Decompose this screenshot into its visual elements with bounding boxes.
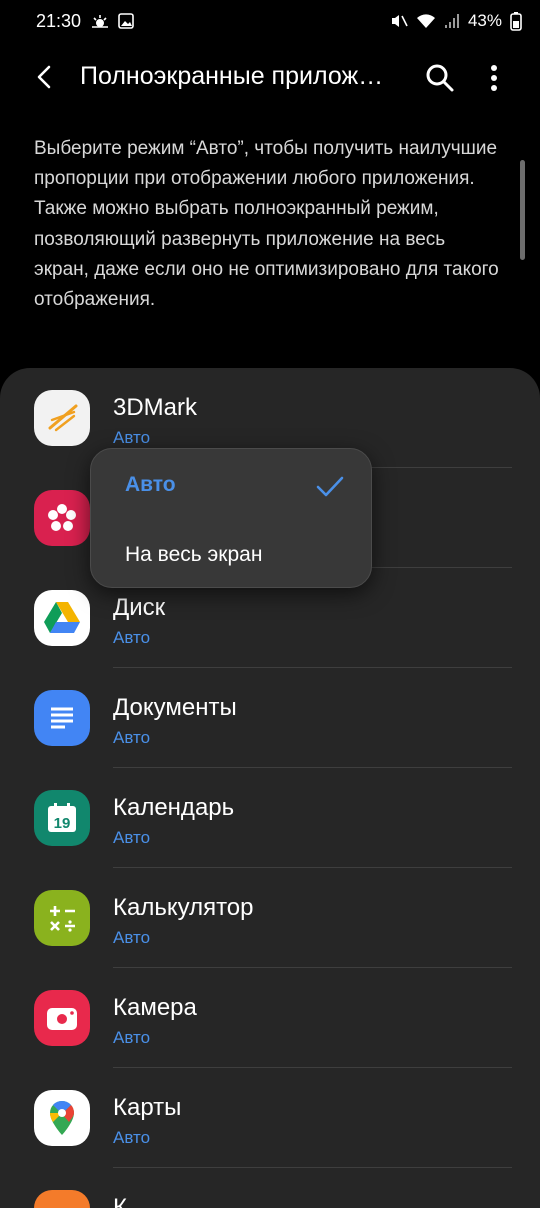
app-name: Документы (113, 694, 237, 721)
mode-popup-menu: Авто На весь экран (90, 448, 372, 588)
app-row-maps[interactable]: Карты Авто (0, 1068, 540, 1168)
app-row-camera[interactable]: Камера Авто (0, 968, 540, 1068)
weather-icon (92, 15, 108, 28)
camera-app-icon (34, 990, 90, 1046)
flower-app-icon (34, 490, 90, 546)
gallery-icon (118, 13, 134, 29)
battery-icon (510, 12, 522, 31)
app-row-calculator[interactable]: Калькулятор Авто (0, 868, 540, 968)
app-row-partial[interactable]: К… (0, 1168, 540, 1208)
option-auto[interactable]: Авто (125, 473, 176, 497)
app-mode: Авто (113, 728, 151, 747)
partial-app-icon (34, 1190, 90, 1208)
app-mode: Авто (113, 628, 151, 647)
app-name: Диск (113, 594, 166, 621)
battery-percent: 43% (467, 11, 502, 30)
more-options-icon[interactable] (484, 62, 504, 94)
search-icon[interactable] (424, 62, 456, 94)
app-mode: Авто (113, 1028, 151, 1047)
maps-app-icon (34, 1090, 90, 1146)
docs-app-icon (34, 690, 90, 746)
calendar-app-icon: 19 (34, 790, 90, 846)
mute-icon (391, 15, 408, 27)
check-icon (316, 476, 344, 497)
app-row-docs[interactable]: Документы Авто (0, 668, 540, 768)
app-name: Карты (113, 1094, 182, 1121)
app-name: К… (113, 1194, 151, 1208)
calculator-app-icon (34, 890, 90, 946)
description-text: Выберите режим “Авто”, чтобы получить на… (34, 138, 499, 311)
status-time: 21:30 (36, 11, 82, 31)
scrollbar[interactable] (520, 160, 525, 260)
app-mode: Авто (113, 928, 151, 947)
app-mode: Авто (113, 1128, 151, 1147)
option-fullscreen[interactable]: На весь экран (125, 543, 262, 567)
app-name: 3DMark (113, 394, 198, 421)
back-arrow-icon[interactable] (30, 62, 60, 92)
google-drive-icon (34, 590, 90, 646)
app-name: Камера (113, 994, 197, 1021)
app-name: Календарь (113, 794, 235, 821)
status-bar: 21:30 43% (0, 0, 540, 44)
signal-icon (444, 14, 459, 28)
app-row-calendar[interactable]: 19 Календарь Авто (0, 768, 540, 868)
page-title: Полноэкранные прилож… (80, 62, 384, 90)
app-bar: Полноэкранные прилож… (0, 44, 540, 110)
wifi-icon (416, 14, 435, 28)
3dmark-app-icon (34, 390, 90, 446)
app-mode: Авто (113, 428, 151, 447)
app-mode: Авто (113, 828, 151, 847)
app-name: Калькулятор (113, 894, 254, 921)
calendar-day-number: 19 (54, 815, 71, 832)
